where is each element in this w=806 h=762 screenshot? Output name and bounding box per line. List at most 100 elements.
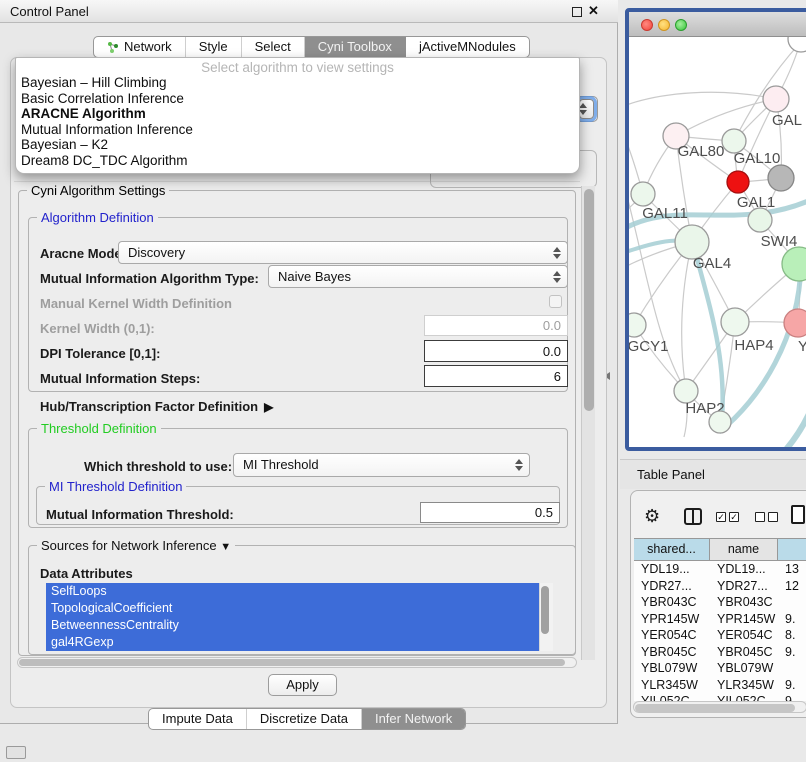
settings-vscrollbar[interactable] xyxy=(581,186,595,660)
table-row[interactable]: YBL079WYBL079W xyxy=(634,660,806,677)
combo-stepper-focused[interactable] xyxy=(579,99,594,119)
table-cell: YER054C xyxy=(710,627,778,644)
column-header-extra[interactable] xyxy=(778,539,806,560)
column-header-shared[interactable]: shared... xyxy=(634,539,710,560)
attribute-item-gal4rgexp[interactable]: gal4RGexp xyxy=(46,634,553,651)
table-cell: YBL079W xyxy=(710,660,778,677)
network-node[interactable] xyxy=(709,411,731,433)
bottom-tab-bar: Impute Data Discretize DataInfer Network xyxy=(148,708,466,730)
close-icon[interactable]: ✕ xyxy=(588,3,599,19)
control-panel-title: Control Panel xyxy=(10,0,89,23)
which-threshold-select[interactable]: MI Threshold xyxy=(233,453,530,477)
threshold-definition-title: Threshold Definition xyxy=(37,421,161,436)
control-panel-titlebar: Control Panel ✕ xyxy=(0,0,618,23)
document-icon[interactable] xyxy=(791,505,805,524)
network-node-swi4[interactable] xyxy=(748,208,772,232)
mi-threshold-input[interactable] xyxy=(420,502,560,523)
settings-vscrollbar-thumb[interactable] xyxy=(584,189,594,411)
apply-button[interactable]: Apply xyxy=(268,674,337,696)
minimize-traffic-light[interactable] xyxy=(658,19,670,31)
network-graph: GALGAL80GAL10GAL1GAL11SWI4GAL4GCY1HAP4YH… xyxy=(629,37,806,447)
split-columns-icon[interactable] xyxy=(684,508,702,525)
checked-checkbox-icon[interactable]: ✓ xyxy=(716,512,726,522)
network-node-gal11[interactable] xyxy=(631,182,655,206)
mi-algorithm-type-label: Mutual Information Algorithm Type: xyxy=(40,271,259,286)
tab-impute-data[interactable]: Impute Data xyxy=(149,709,247,729)
aracne-mode-select[interactable]: Discovery xyxy=(118,241,568,264)
network-node-gal[interactable] xyxy=(763,86,789,112)
settings-hscrollbar[interactable] xyxy=(17,657,577,668)
table-cell: 9. xyxy=(778,677,806,694)
tab-cyni-toolbox[interactable]: Cyni Toolbox xyxy=(305,37,406,57)
mi-algorithm-type-select[interactable]: Naive Bayes xyxy=(268,265,568,288)
tab-label: Impute Data xyxy=(162,709,233,729)
expander-down-icon: ▼ xyxy=(220,541,231,553)
network-node-y[interactable] xyxy=(784,309,806,337)
algorithm-option-mutual-information-inference[interactable]: Mutual Information Inference xyxy=(16,122,579,138)
aracne-mode-label: Aracne Mode: xyxy=(40,246,126,261)
algorithm-option-aracne-algorithm[interactable]: ARACNE Algorithm xyxy=(16,106,579,122)
column-header-name[interactable]: name xyxy=(710,539,778,560)
unchecked-checkbox-icon[interactable] xyxy=(768,512,778,522)
algorithm-option-bayesian-k2[interactable]: Bayesian – K2 xyxy=(16,137,579,153)
attribute-item-selfloops[interactable]: SelfLoops xyxy=(46,583,553,600)
expander-right-icon: ▶ xyxy=(264,400,273,414)
stepper-arrows-icon xyxy=(579,103,588,115)
table-cell: 9. xyxy=(778,644,806,661)
table-panel-bar: Table Panel xyxy=(620,459,806,489)
zoom-traffic-light[interactable] xyxy=(675,19,687,31)
network-node-gcy1[interactable] xyxy=(629,313,646,337)
tab-select[interactable]: Select xyxy=(242,37,305,57)
tab-discretize-data[interactable]: Discretize Data xyxy=(247,709,362,729)
algorithm-dropdown-list: Bayesian – Hill ClimbingBasic Correlatio… xyxy=(16,75,579,169)
tab-style[interactable]: Style xyxy=(186,37,242,57)
data-attributes-label: Data Attributes xyxy=(40,566,133,581)
sources-expander[interactable]: Sources for Network Inference ▼ xyxy=(37,538,235,555)
table-row[interactable]: YIL052CYIL052C9. xyxy=(634,693,806,701)
table-row[interactable]: YPR145WYPR145W9. xyxy=(634,611,806,628)
mi-algorithm-type-value: Naive Bayes xyxy=(278,266,351,287)
network-canvas[interactable]: GALGAL80GAL10GAL1GAL11SWI4GAL4GCY1HAP4YH… xyxy=(629,37,806,447)
network-node[interactable] xyxy=(768,165,794,191)
table-row[interactable]: YLR345WYLR345W9. xyxy=(634,677,806,694)
kernel-width-input[interactable] xyxy=(424,315,568,336)
close-traffic-light[interactable] xyxy=(641,19,653,31)
table-row[interactable]: YER054CYER054C8. xyxy=(634,627,806,644)
network-node-hap4[interactable] xyxy=(721,308,749,336)
gear-icon[interactable]: ⚙ xyxy=(644,506,660,527)
tab-jactivemnodules[interactable]: jActiveMNodules xyxy=(406,37,529,57)
attribute-item-betweennesscentrality[interactable]: BetweennessCentrality xyxy=(46,617,553,634)
float-window-icon[interactable] xyxy=(572,7,582,17)
table-row[interactable]: YBR043CYBR043C xyxy=(634,594,806,611)
table-hscrollbar[interactable] xyxy=(633,701,806,713)
settings-hscrollbar-thumb[interactable] xyxy=(19,659,565,666)
collapsed-panel-button[interactable] xyxy=(6,746,26,759)
list-scrollbar[interactable] xyxy=(539,583,553,651)
algorithm-option-basic-correlation-inference[interactable]: Basic Correlation Inference xyxy=(16,91,579,107)
table-row[interactable]: YDR27...YDR27...12 xyxy=(634,578,806,595)
mi-threshold-definition-title: MI Threshold Definition xyxy=(45,479,186,494)
attribute-item-topologicalcoefficient[interactable]: TopologicalCoefficient xyxy=(46,600,553,617)
dpi-tolerance-input[interactable] xyxy=(424,340,568,362)
list-scrollbar-thumb[interactable] xyxy=(541,586,549,634)
tab-label: Select xyxy=(255,37,291,57)
network-node-gal1[interactable] xyxy=(727,171,749,193)
table-hscrollbar-thumb[interactable] xyxy=(635,704,795,712)
hub-expander[interactable]: Hub/Transcription Factor Definition▶ xyxy=(40,399,273,414)
dpi-tolerance-label: DPI Tolerance [0,1]: xyxy=(40,346,160,361)
mi-steps-input[interactable] xyxy=(424,365,568,387)
network-node-gal4[interactable] xyxy=(675,225,709,259)
data-attributes-list[interactable]: SelfLoopsTopologicalCoefficientBetweenne… xyxy=(46,583,553,651)
table-row[interactable]: YDL19...YDL19...13 xyxy=(634,561,806,578)
table-row[interactable]: YBR045CYBR045C9. xyxy=(634,644,806,661)
manual-kernel-width-checkbox[interactable] xyxy=(549,295,562,308)
network-node[interactable] xyxy=(788,37,806,52)
unchecked-checkbox-icon[interactable] xyxy=(755,512,765,522)
checked-checkbox-icon[interactable]: ✓ xyxy=(729,512,739,522)
algorithm-option-dream8-dc-tdc-algorithm[interactable]: Dream8 DC_TDC Algorithm xyxy=(16,153,579,169)
tab-infer-network[interactable]: Infer Network xyxy=(362,709,465,729)
tab-network[interactable]: Network xyxy=(94,37,186,57)
table-cell: YBR043C xyxy=(710,594,778,611)
table-cell: YPR145W xyxy=(710,611,778,628)
algorithm-option-bayesian-hill-climbing[interactable]: Bayesian – Hill Climbing xyxy=(16,75,579,91)
